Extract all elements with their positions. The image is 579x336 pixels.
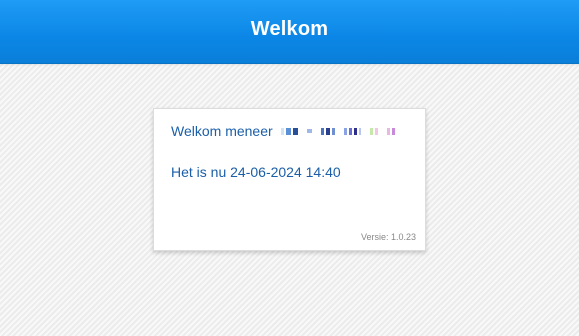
top-header-bar: Welkom — [0, 0, 579, 64]
redacted-name-image — [280, 127, 395, 135]
current-datetime: Het is nu 24-06-2024 14:40 — [171, 164, 341, 180]
greeting-line: Welkom meneer — [171, 123, 395, 139]
datetime-value: 24-06-2024 14:40 — [230, 164, 341, 180]
greeting-text: Welkom meneer — [171, 123, 273, 139]
welcome-card: Welkom meneer Het is nu 24-06-2024 14:40… — [153, 108, 426, 251]
page-title: Welkom — [250, 18, 329, 40]
datetime-prefix: Het is nu — [171, 164, 227, 180]
version-label: Versie: 1.0.23 — [360, 232, 416, 242]
